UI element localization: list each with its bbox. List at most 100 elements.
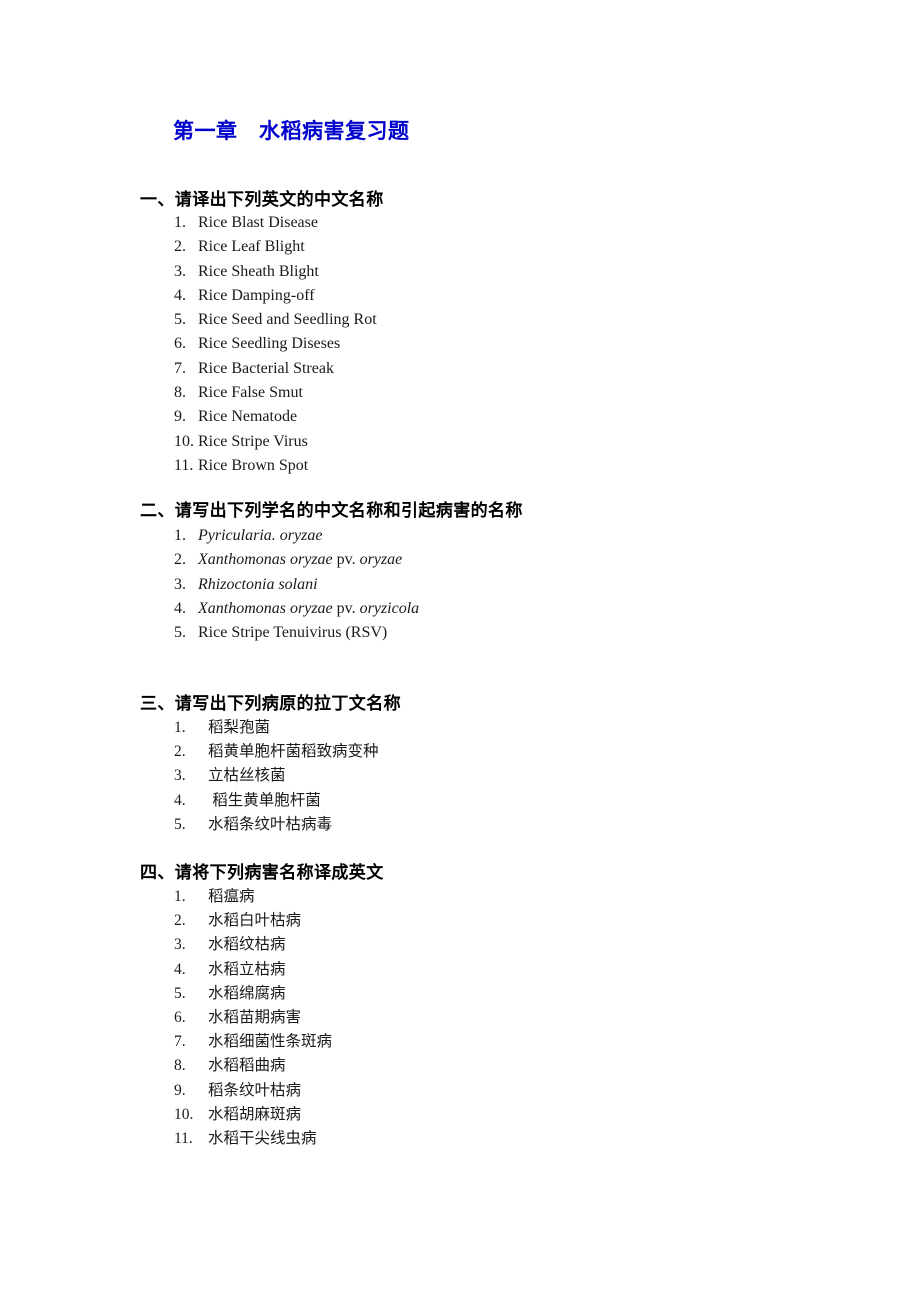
list-item: 4. 水稻立枯病	[174, 958, 332, 982]
list-item-number: 8.	[174, 384, 186, 402]
list-item-label: 稻梨孢菌	[208, 719, 271, 736]
list-item-label: 水稻立枯病	[208, 960, 286, 978]
list-item: 9. 稻条纹叶枯病	[174, 1079, 332, 1103]
list-item-number: 4.	[174, 960, 186, 978]
list-item-number: 5.	[174, 984, 186, 1002]
list-item-number: 5.	[174, 815, 186, 833]
list-item: 1. Rice Blast Disease	[174, 211, 377, 235]
list-item: 10. 水稻胡麻斑病	[174, 1103, 332, 1127]
list-item: 10. Rice Stripe Virus	[174, 430, 377, 454]
list-item-label: Rice Sheath Blight	[194, 262, 319, 280]
list-item: 7. Rice Bacterial Streak	[174, 357, 377, 381]
list-item: 1. 稻梨孢菌	[174, 716, 379, 740]
list-item: 4. 稻生黄单胞杆菌	[174, 789, 379, 813]
latin-name-italic: Xanthomonas oryzae	[194, 599, 333, 617]
latin-name-roman: pv.	[332, 599, 356, 617]
section-heading-1: 一、请译出下列英文的中文名称	[140, 190, 384, 210]
latin-name-italic: Pyricularia. oryzae	[194, 527, 323, 544]
latin-name-italic: Rhizoctonia solani	[194, 575, 318, 593]
list-item-label: 水稻绵腐病	[208, 984, 286, 1002]
list-item-number: 6.	[174, 1009, 186, 1027]
list-item-label: Rice Stripe Virus	[194, 432, 308, 450]
list-item: 2. 稻黄单胞杆菌稻致病变种	[174, 740, 379, 764]
list-item: 5. 水稻条纹叶枯病毒	[174, 813, 379, 837]
list-item-label: 水稻细菌性条斑病	[208, 1033, 333, 1051]
page-title: 第一章 水稻病害复习题	[173, 120, 410, 143]
list-item: 3. Rice Sheath Blight	[174, 260, 377, 284]
list-item-number: 5.	[174, 311, 186, 329]
list-item-label: Rice Bacterial Streak	[194, 359, 334, 377]
list-item: 2. Rice Leaf Blight	[174, 235, 377, 259]
list-item-number: 10.	[174, 1105, 194, 1123]
list-item-label: Rice Damping-off	[194, 286, 315, 304]
list-item: 2. 水稻白叶枯病	[174, 909, 332, 933]
list-item: 5. 水稻绵腐病	[174, 982, 332, 1006]
list-item-number: 10.	[174, 432, 194, 450]
latin-name-italic-suffix: oryzae	[355, 551, 403, 569]
list-item-number: 2.	[174, 912, 186, 930]
document-page: 第一章 水稻病害复习题 一、请译出下列英文的中文名称 1. Rice Blast…	[0, 0, 920, 1302]
list-item-label: Rice Seedling Diseses	[194, 335, 341, 353]
list-item: 1. 稻瘟病	[174, 885, 332, 909]
list-item-label: 水稻稻曲病	[208, 1057, 286, 1075]
list-item: 3. 水稻纹枯病	[174, 933, 332, 957]
list-item-number: 2.	[174, 238, 186, 256]
latin-name-italic-suffix: oryzicola	[355, 599, 420, 617]
list-item-label: 水稻条纹叶枯病毒	[208, 815, 333, 833]
list-item-label: 水稻纹枯病	[208, 936, 286, 954]
list-item-number: 1.	[174, 527, 186, 544]
list-item: 2. Xanthomonas oryzae pv. oryzae	[174, 548, 419, 572]
section-heading-2: 二、请写出下列学名的中文名称和引起病害的名称	[140, 501, 523, 521]
list-item: 7. 水稻细菌性条斑病	[174, 1030, 332, 1054]
list-item-label: Rice Blast Disease	[194, 214, 318, 231]
list-item-label: 水稻苗期病害	[208, 1009, 302, 1027]
list-item-label: Rice Brown Spot	[194, 456, 309, 474]
list-item-number: 6.	[174, 335, 186, 353]
list-item-number: 3.	[174, 767, 186, 785]
list-item-label: 稻条纹叶枯病	[208, 1081, 302, 1099]
list-item-label: Rice False Smut	[194, 384, 303, 402]
list-item: 6. Rice Seedling Diseses	[174, 332, 377, 356]
section-list-2: 1. Pyricularia. oryzae 2. Xanthomonas ory…	[174, 524, 419, 645]
list-item-number: 5.	[174, 624, 186, 642]
list-item: 3. Rhizoctonia solani	[174, 573, 419, 597]
list-item-number: 11.	[174, 1130, 193, 1148]
list-item: 11. Rice Brown Spot	[174, 454, 377, 478]
list-item-number: 3.	[174, 575, 186, 593]
list-item-number: 4.	[174, 791, 186, 809]
list-item-number: 7.	[174, 359, 186, 377]
latin-name-italic: Xanthomonas oryzae	[194, 551, 333, 569]
list-item-number: 8.	[174, 1057, 186, 1075]
list-item-label: 稻瘟病	[208, 888, 255, 905]
list-item-number: 1.	[174, 214, 186, 231]
list-item-label: 立枯丝核菌	[208, 767, 286, 785]
list-item-number: 11.	[174, 456, 194, 474]
list-item: 3. 立枯丝核菌	[174, 764, 379, 788]
list-item-number: 2.	[174, 743, 186, 761]
list-item-number: 7.	[174, 1033, 186, 1051]
list-item: 9. Rice Nematode	[174, 405, 377, 429]
list-item-number: 2.	[174, 551, 186, 569]
list-item-number: 4.	[174, 599, 186, 617]
list-item: 4. Rice Damping-off	[174, 284, 377, 308]
list-item-label: Rice Seed and Seedling Rot	[194, 311, 377, 329]
list-item-number: 9.	[174, 408, 186, 426]
list-item-label: 水稻干尖线虫病	[208, 1130, 317, 1148]
list-item: 5. Rice Stripe Tenuivirus (RSV)	[174, 621, 419, 645]
list-item-number: 1.	[174, 719, 186, 736]
section-list-1: 1. Rice Blast Disease 2. Rice Leaf Blight…	[174, 211, 377, 478]
list-item: 6. 水稻苗期病害	[174, 1006, 332, 1030]
list-item-number: 4.	[174, 286, 186, 304]
list-item-label: 稻黄单胞杆菌稻致病变种	[208, 743, 379, 761]
list-item-number: 1.	[174, 888, 186, 905]
list-item: 1. Pyricularia. oryzae	[174, 524, 419, 548]
list-item: 8. Rice False Smut	[174, 381, 377, 405]
list-item-label: 水稻胡麻斑病	[208, 1105, 302, 1123]
list-item: 5. Rice Seed and Seedling Rot	[174, 308, 377, 332]
list-item: 11. 水稻干尖线虫病	[174, 1127, 332, 1151]
section-list-4: 1. 稻瘟病 2. 水稻白叶枯病 3. 水稻纹枯病 4. 水稻立枯病 5. 水稻绵腐病 6. 水稻苗期…	[174, 885, 332, 1151]
latin-name-roman: Rice Stripe Tenuivirus (RSV)	[194, 624, 388, 642]
section-list-3: 1. 稻梨孢菌 2. 稻黄单胞杆菌稻致病变种 3. 立枯丝核菌 4. 稻生黄单胞杆菌 5. 水稻…	[174, 716, 379, 837]
list-item-label: 稻生黄单胞杆菌	[208, 791, 321, 809]
list-item-label: Rice Nematode	[194, 408, 298, 426]
